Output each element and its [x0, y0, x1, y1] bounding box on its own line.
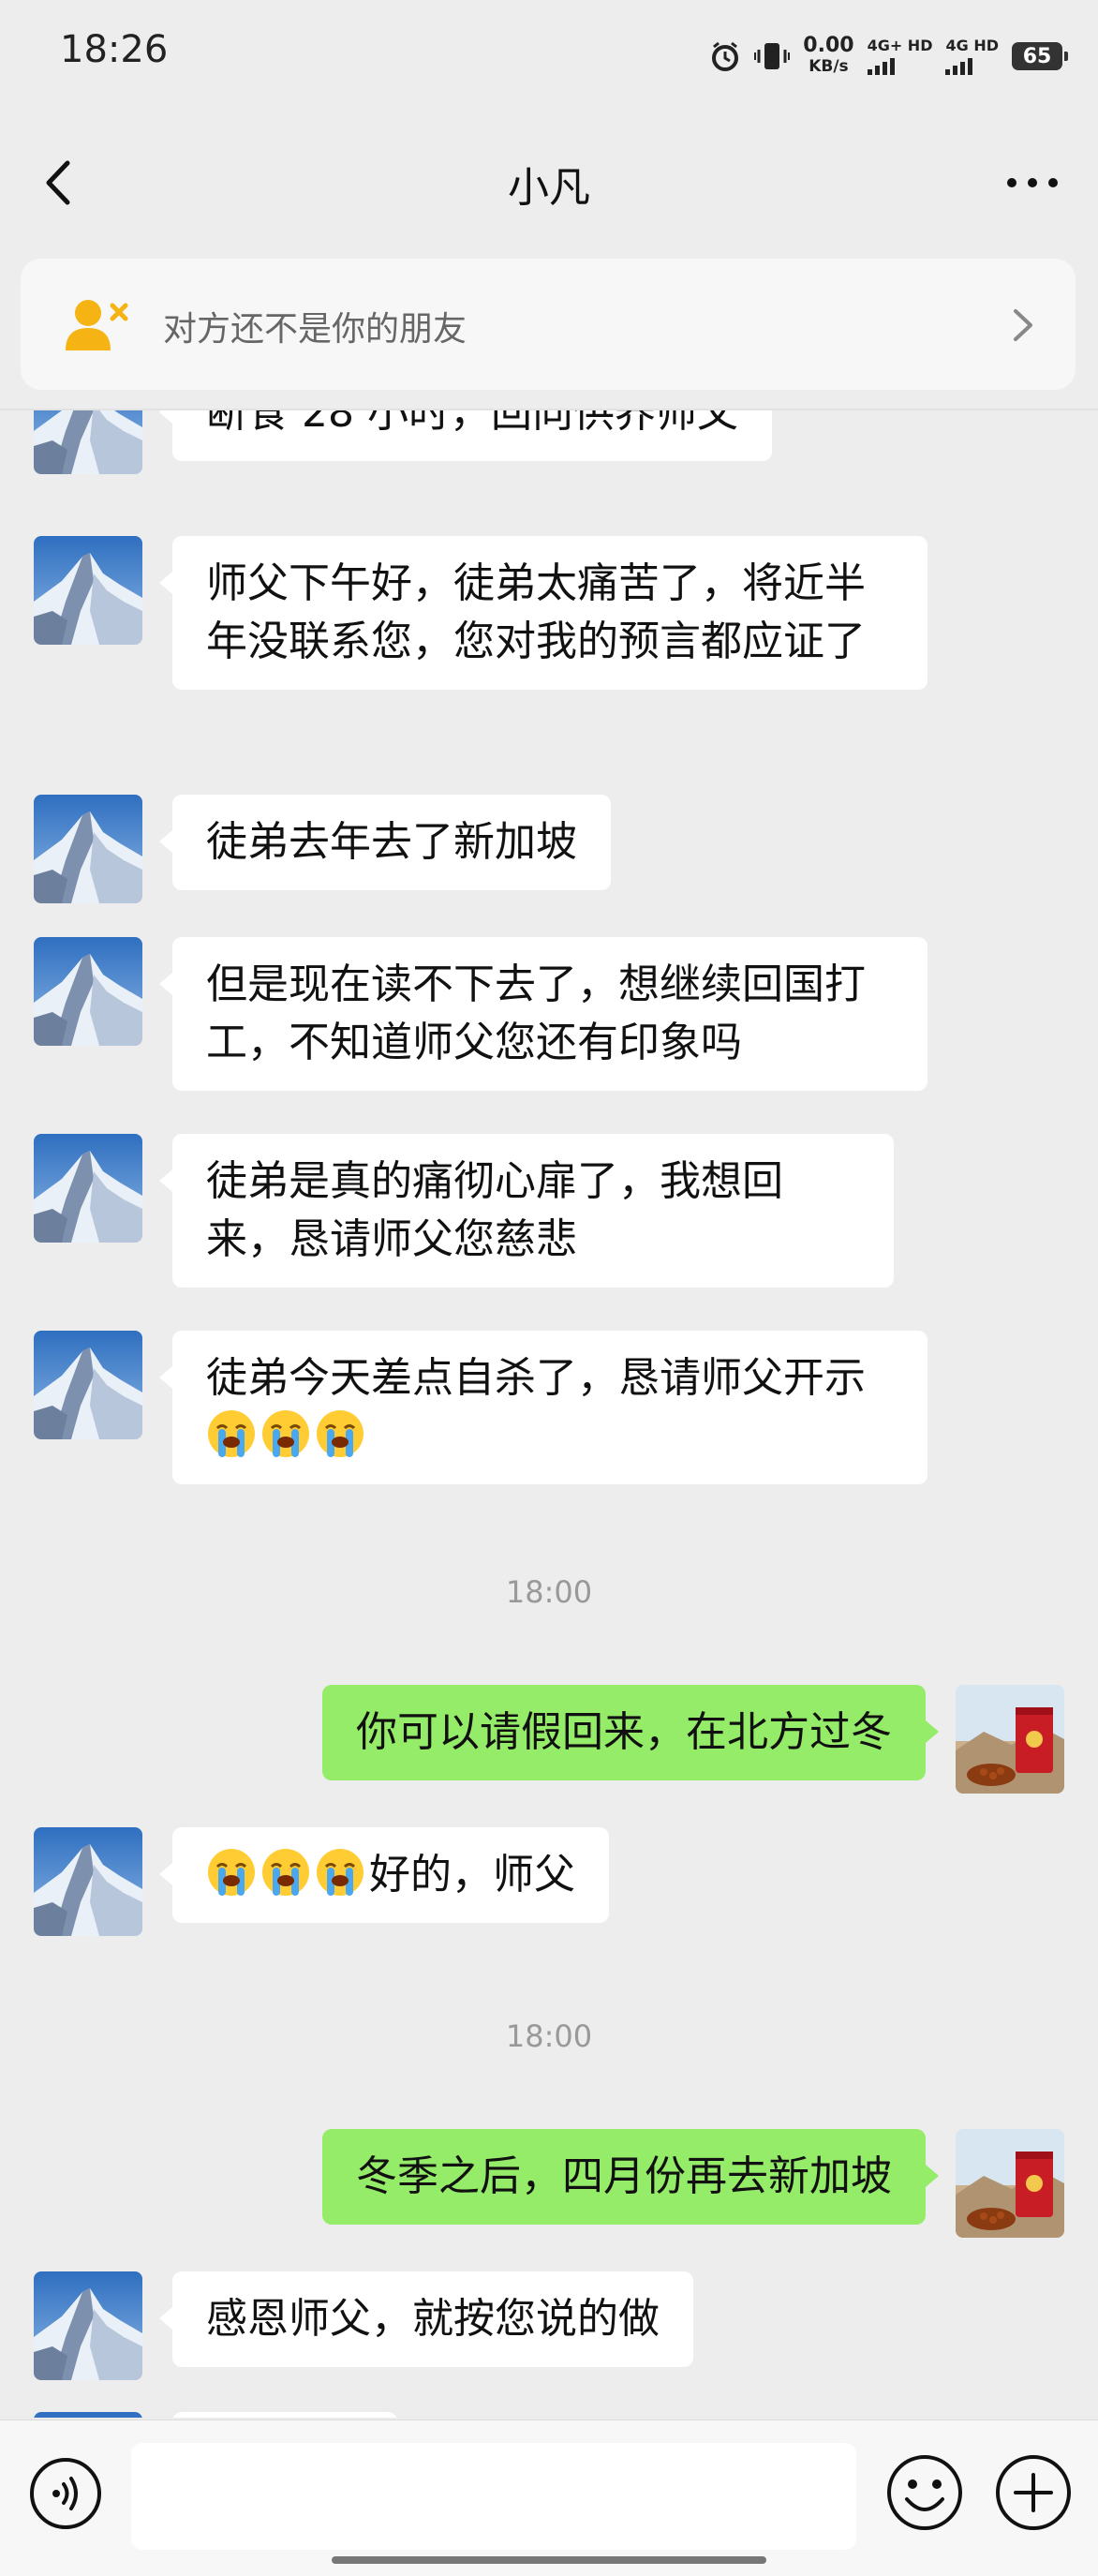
status-time: 18:26: [60, 28, 169, 71]
message-timestamp: 18:00: [505, 1574, 593, 1610]
message-incoming: 徒弟去年去了新加坡: [0, 795, 1098, 907]
message-bubble[interactable]: 好的，师父: [159, 1827, 609, 1923]
input-bar: [0, 2420, 1098, 2576]
message-text: 徒弟今天差点自杀了，恳请师父开示: [206, 1354, 866, 1402]
signal-bars-icon: [945, 56, 973, 75]
status-icons: 0.00 KB/s 4G+ HD 4G HD 65: [709, 34, 1068, 79]
more-dots-icon[interactable]: [1004, 169, 1061, 197]
self-avatar[interactable]: [956, 2129, 1064, 2238]
sim2-signal: 4G HD: [945, 36, 999, 75]
message-incoming: 好的，师父: [0, 1827, 1098, 1940]
alarm-icon: [712, 41, 739, 71]
contact-avatar[interactable]: [34, 795, 142, 903]
message-input[interactable]: [131, 2443, 856, 2550]
message-incoming: 但是现在读不下去了，想继续回国打工，不知道师父您还有印象吗: [0, 937, 1098, 1106]
message-incoming: 师父下午好，徒弟太痛苦了，将近半年没联系您，您对我的预言都应证了: [0, 536, 1098, 761]
message-bubble[interactable]: [172, 2412, 397, 2418]
vibrate-icon: [754, 43, 791, 69]
not-friend-notice[interactable]: 对方还不是你的朋友: [21, 259, 1076, 390]
sim1-label: 4G+ HD: [867, 36, 933, 54]
battery-icon: 65: [1012, 42, 1068, 70]
contact-avatar[interactable]: [34, 1134, 142, 1243]
sim2-label: 4G HD: [945, 36, 999, 54]
message-bubble[interactable]: 师父下午好，徒弟太痛苦了，将近半年没联系您，您对我的预言都应证了: [159, 536, 927, 690]
home-indicator[interactable]: [332, 2556, 766, 2564]
contact-avatar[interactable]: [34, 937, 142, 1046]
contact-avatar[interactable]: [34, 410, 142, 474]
message-bubble[interactable]: 冬季之后，四月份再去新加坡: [322, 2129, 939, 2225]
contact-avatar[interactable]: [34, 1331, 142, 1439]
message-text: 好的，师父: [369, 1851, 575, 1898]
message-incoming: 徒弟今天差点自杀了，恳请师父开示: [0, 1331, 1098, 1499]
message-incoming: [0, 2412, 1098, 2418]
message-bubble[interactable]: 断食 28 小时，回向供养师父: [159, 410, 772, 461]
message-outgoing: 冬季之后，四月份再去新加坡: [0, 2129, 1098, 2241]
net-speed-value: 0.00: [803, 34, 854, 57]
contact-avatar[interactable]: [34, 2412, 142, 2418]
message-bubble[interactable]: 但是现在读不下去了，想继续回国打工，不知道师父您还有印象吗: [159, 937, 927, 1091]
crying-emoji-icon: [315, 1408, 365, 1459]
chat-title: 小凡: [508, 164, 590, 212]
contact-avatar[interactable]: [34, 2271, 142, 2380]
plus-icon[interactable]: [993, 2452, 1074, 2533]
notice-text: 对方还不是你的朋友: [163, 310, 467, 349]
contact-avatar[interactable]: [34, 1827, 142, 1936]
message-bubble[interactable]: 徒弟去年去了新加坡: [159, 795, 611, 890]
self-avatar[interactable]: [956, 1685, 1064, 1794]
crying-emoji-icon: [206, 1847, 257, 1898]
message-bubble[interactable]: 徒弟是真的痛彻心扉了，我想回来，恳请师父您慈悲: [159, 1134, 894, 1288]
chat-messages[interactable]: 断食 28 小时，回向供养师父 师父下午好，徒弟太痛苦了，将近半年没联系您，您对…: [0, 410, 1098, 2418]
message-bubble[interactable]: 你可以请假回来，在北方过冬: [322, 1685, 939, 1780]
contact-avatar[interactable]: [34, 536, 142, 645]
net-speed: 0.00 KB/s: [803, 36, 853, 77]
crying-emoji-icon: [315, 1847, 365, 1898]
message-incoming: 徒弟是真的痛彻心扉了，我想回来，恳请师父您慈悲: [0, 1134, 1098, 1303]
message-bubble[interactable]: 感恩师父，就按您说的做: [159, 2271, 693, 2367]
signal-bars-icon: [867, 56, 895, 75]
net-speed-unit: KB/s: [809, 57, 849, 76]
message-outgoing: 你可以请假回来，在北方过冬: [0, 1685, 1098, 1797]
sim1-signal: 4G+ HD: [867, 36, 933, 75]
message-incoming: 感恩师父，就按您说的做: [0, 2271, 1098, 2384]
crying-emoji-icon: [206, 1408, 257, 1459]
message-incoming: 断食 28 小时，回向供养师父: [0, 410, 1098, 506]
voice-icon[interactable]: [28, 2456, 103, 2531]
add-friend-icon: [66, 300, 128, 350]
crying-emoji-icon: [260, 1408, 311, 1459]
crying-emoji-icon: [260, 1847, 311, 1898]
message-bubble[interactable]: 徒弟今天差点自杀了，恳请师父开示: [159, 1331, 927, 1484]
message-timestamp: 18:00: [505, 2018, 593, 2054]
status-bar: 18:26 0.00 KB/s 4G+ HD 4G HD 65: [0, 0, 1098, 112]
emoji-icon[interactable]: [884, 2452, 965, 2533]
chevron-right-icon: [1014, 309, 1032, 341]
chat-header: 小凡: [0, 131, 1098, 234]
